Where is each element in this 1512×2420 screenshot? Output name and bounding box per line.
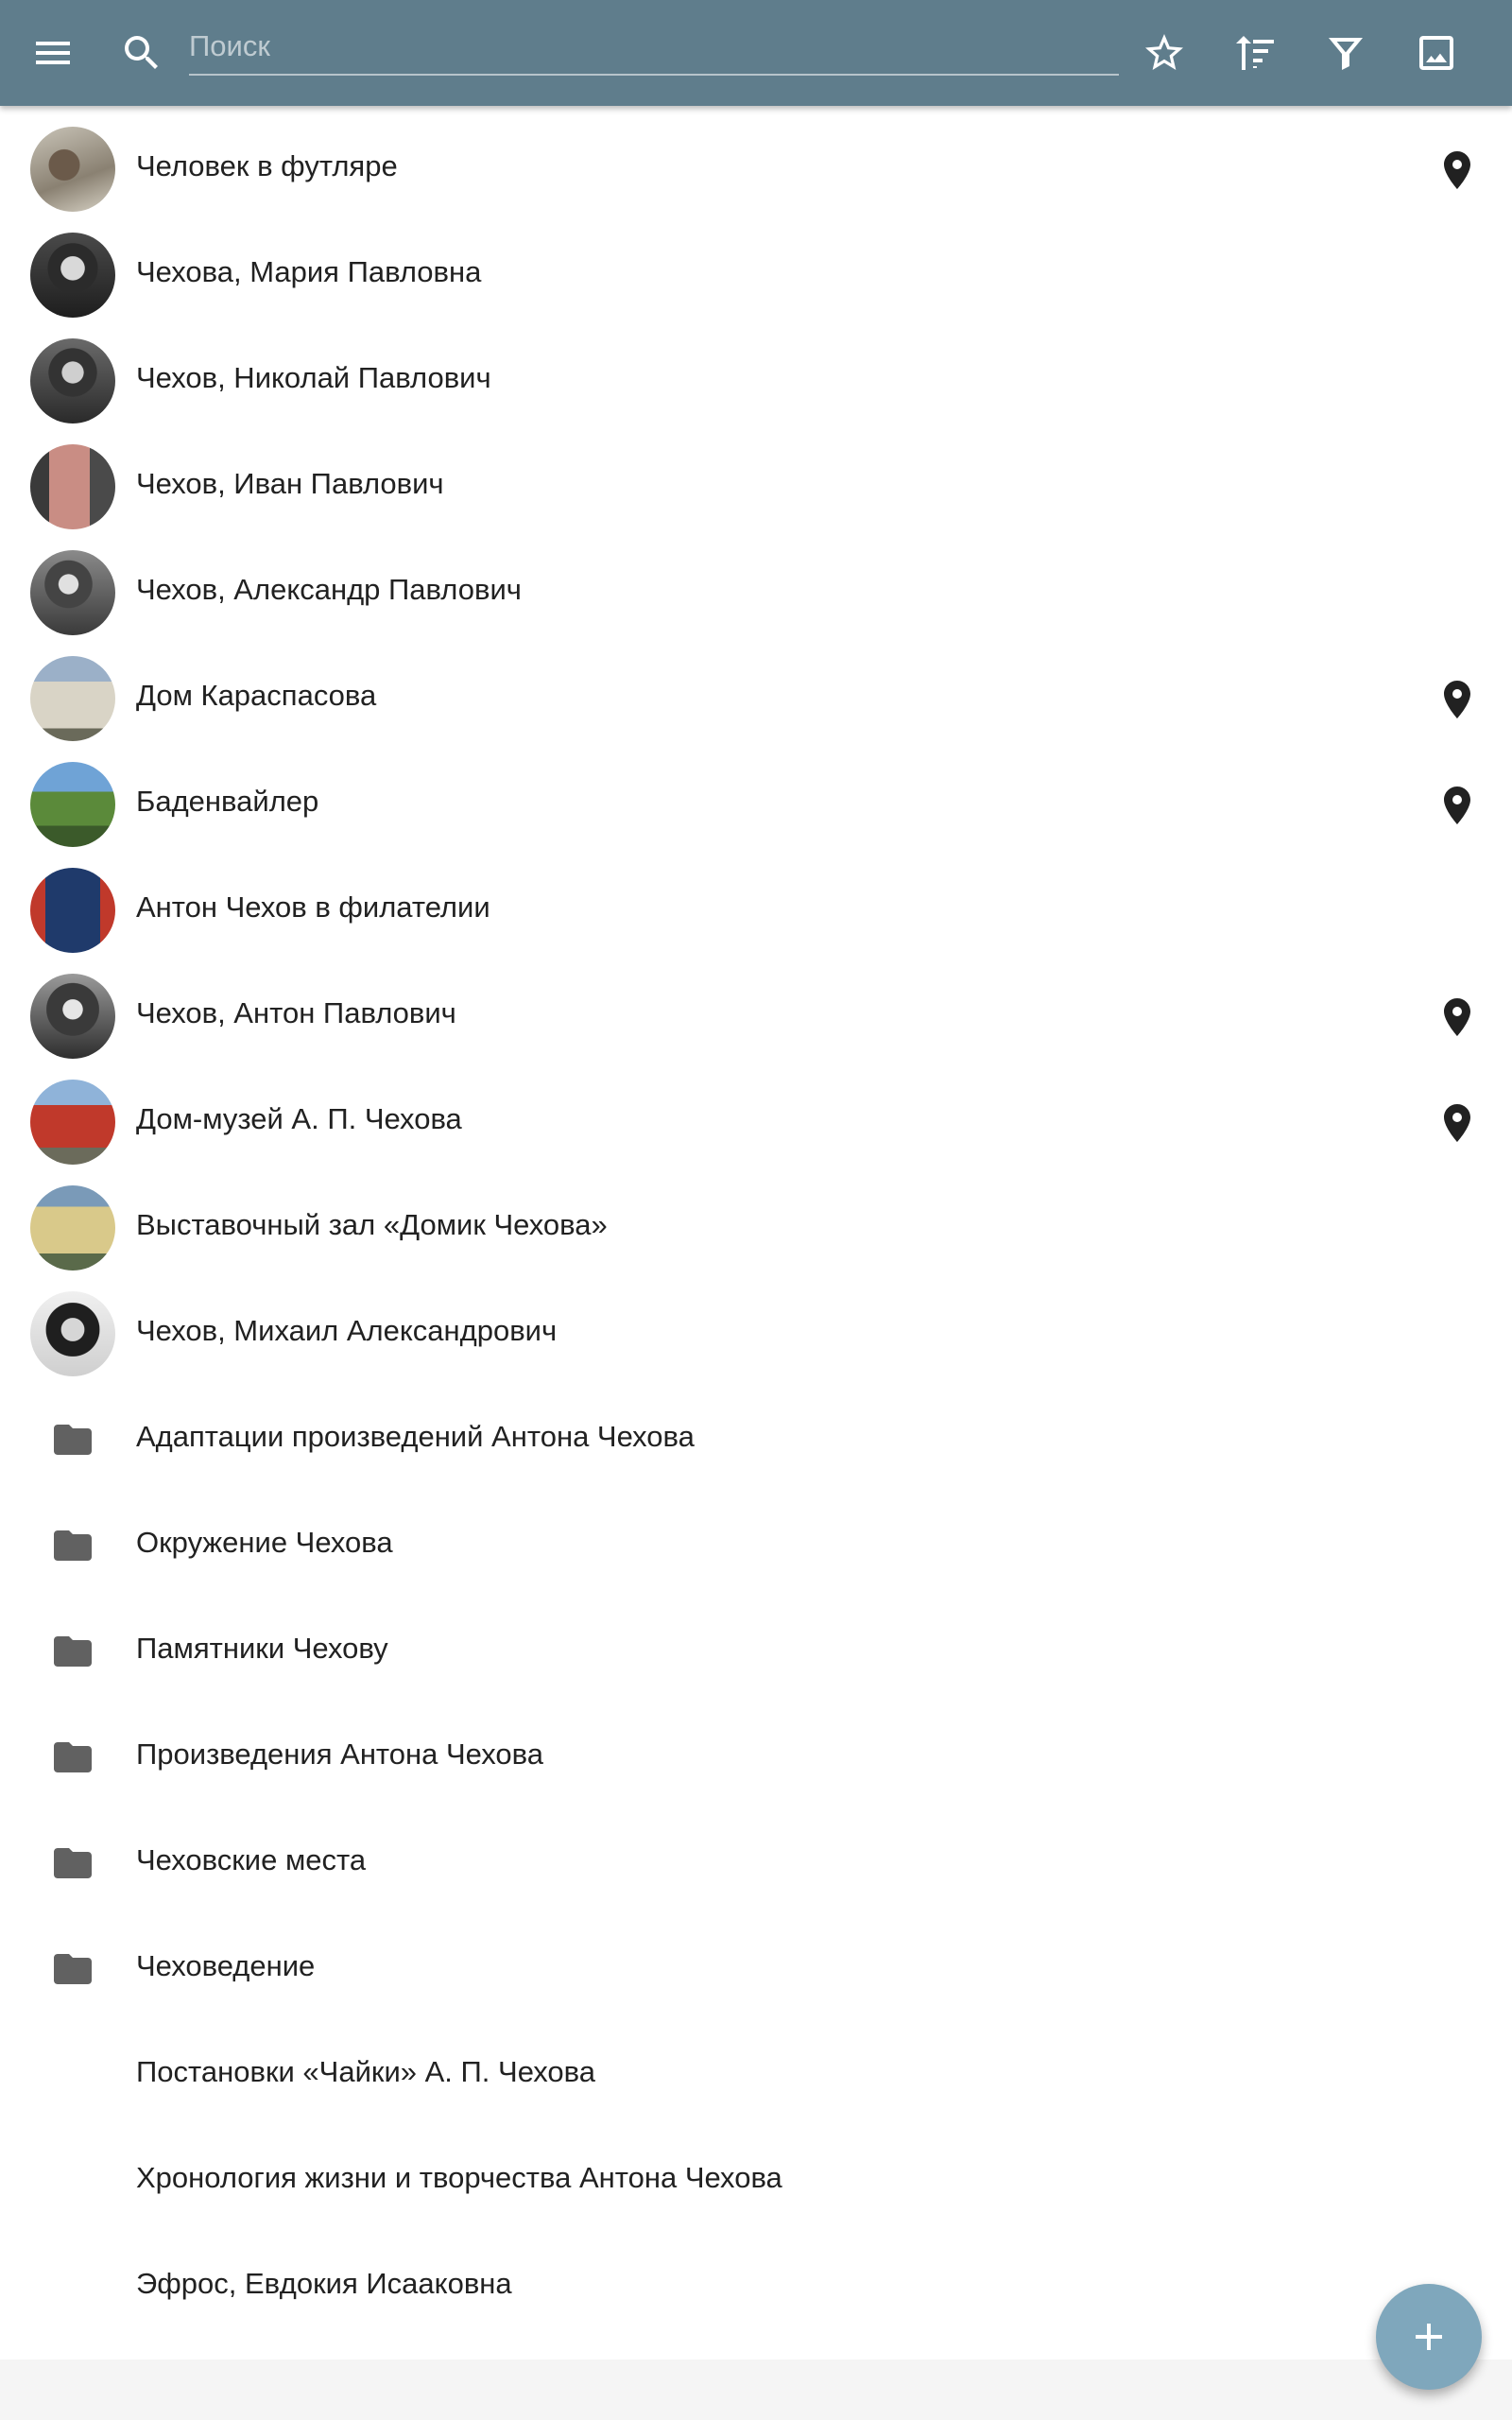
list-item-label: Чехов, Михаил Александрович xyxy=(136,1314,558,1347)
search-input[interactable] xyxy=(189,21,1119,72)
folder-icon xyxy=(30,1821,115,1906)
thumbnail-image xyxy=(30,1080,115,1165)
list-item[interactable]: Эфрос, Евдокия Исааковна xyxy=(0,2223,1512,2329)
map-marker-icon[interactable] xyxy=(1435,1100,1480,1146)
list-item-label: Чехов, Иван Павлович xyxy=(136,467,444,500)
folder-icon xyxy=(30,1715,115,1800)
list-item-label: Чеховедение xyxy=(136,1949,316,1982)
thumbnail-image xyxy=(30,868,115,953)
list-item-label: Человек в футляре xyxy=(136,149,398,182)
list-item[interactable]: Чеховедение xyxy=(0,1906,1512,2012)
list-item[interactable]: Дом-музей А. П. Чехова xyxy=(0,1059,1512,1165)
list-item[interactable]: Чехова, Мария Павловна xyxy=(0,212,1512,318)
map-marker-icon[interactable] xyxy=(1435,677,1480,722)
list-item-label: Дом-музей А. П. Чехова xyxy=(136,1102,462,1135)
menu-icon xyxy=(36,42,70,64)
thumbnail-image xyxy=(30,1291,115,1376)
favorites-button[interactable] xyxy=(1126,15,1202,91)
map-marker-icon[interactable] xyxy=(1435,783,1480,828)
article-list: Человек в футляре Чехова, Мария Павловна Ч… xyxy=(0,106,1512,2360)
list-item-label: Дом Караспасова xyxy=(136,679,377,712)
list-item-label: Чехов, Антон Павлович xyxy=(136,996,456,1029)
list-item[interactable]: Баденвайлер xyxy=(0,741,1512,847)
filter-icon xyxy=(1329,38,1363,70)
folder-icon xyxy=(30,1397,115,1482)
thumbnail-container xyxy=(30,1080,115,1165)
thumbnail-container xyxy=(30,233,115,318)
list-item[interactable]: Чехов, Михаил Александрович xyxy=(0,1270,1512,1376)
folder-icon xyxy=(30,1503,115,1588)
app-window: Человек в футляре Чехова, Мария Павловна Ч… xyxy=(0,0,1512,2420)
star-outline-icon xyxy=(1145,34,1183,70)
list-item[interactable]: Окружение Чехова xyxy=(0,1482,1512,1588)
sort-button[interactable] xyxy=(1217,15,1293,91)
search-icon xyxy=(125,36,158,69)
list-item-label: Эфрос, Евдокия Исааковна xyxy=(136,2267,512,2300)
thumbnail-container xyxy=(30,444,115,529)
list-item-label: Постановки «Чайки» А. П. Чехова xyxy=(136,2055,596,2088)
list-item-label: Хронология жизни и творчества Антона Чех… xyxy=(136,2161,782,2194)
thumbnail-image xyxy=(30,1185,115,1270)
bottom-bar xyxy=(0,2360,1512,2420)
thumbnail-image xyxy=(30,656,115,741)
thumbnail-container xyxy=(30,1291,115,1376)
thumbnail-container xyxy=(30,762,115,847)
list-item[interactable]: Чехов, Николай Павлович xyxy=(0,318,1512,424)
search-field xyxy=(189,21,1119,76)
thumbnail-image xyxy=(30,762,115,847)
list-item-label: Адаптации произведений Антона Чехова xyxy=(136,1420,695,1453)
thumbnail-container xyxy=(30,338,115,424)
list-item[interactable]: Чехов, Иван Павлович xyxy=(0,424,1512,529)
plus-icon xyxy=(1416,2324,1442,2350)
add-button[interactable] xyxy=(1376,2284,1482,2390)
folder-icon xyxy=(30,1609,115,1694)
list-item-label: Антон Чехов в филателии xyxy=(136,890,490,924)
list-item[interactable]: Антон Чехов в филателии xyxy=(0,847,1512,953)
thumbnail-container xyxy=(30,868,115,953)
thumbnail-image xyxy=(30,127,115,212)
gallery-view-button[interactable] xyxy=(1399,15,1474,91)
thumbnail-image xyxy=(30,550,115,635)
list-item-label: Чехов, Николай Павлович xyxy=(136,361,491,394)
sort-icon xyxy=(1236,36,1274,70)
thumbnail-image xyxy=(30,444,115,529)
list-item[interactable]: Памятники Чехову xyxy=(0,1588,1512,1694)
list-item-label: Произведения Антона Чехова xyxy=(136,1737,543,1771)
list-item[interactable]: Адаптации произведений Антона Чехова xyxy=(0,1376,1512,1482)
folder-icon xyxy=(30,1927,115,2012)
image-icon xyxy=(1419,36,1453,70)
thumbnail-image xyxy=(30,233,115,318)
thumbnail-container xyxy=(30,1185,115,1270)
thumbnail-image xyxy=(30,338,115,424)
list-item-label: Чехова, Мария Павловна xyxy=(136,255,482,288)
toolbar xyxy=(0,0,1512,106)
menu-button[interactable] xyxy=(15,15,91,91)
list-item[interactable]: Произведения Антона Чехова xyxy=(0,1694,1512,1800)
list-item[interactable]: Человек в футляре xyxy=(0,106,1512,212)
list-item-label: Памятники Чехову xyxy=(136,1632,388,1665)
thumbnail-container xyxy=(30,127,115,212)
thumbnail-image xyxy=(30,974,115,1059)
list-item[interactable]: Выставочный зал «Домик Чехова» xyxy=(0,1165,1512,1270)
list-item-label: Баденвайлер xyxy=(136,785,319,818)
list-item-label: Окружение Чехова xyxy=(136,1526,393,1559)
list-item-label: Чехов, Александр Павлович xyxy=(136,573,522,606)
search-button[interactable] xyxy=(104,15,180,91)
list-item[interactable]: Чехов, Александр Павлович xyxy=(0,529,1512,635)
list-item-label: Выставочный зал «Домик Чехова» xyxy=(136,1208,608,1241)
thumbnail-container xyxy=(30,550,115,635)
thumbnail-container xyxy=(30,656,115,741)
list-item[interactable]: Чеховские места xyxy=(0,1800,1512,1906)
filter-button[interactable] xyxy=(1308,15,1383,91)
thumbnail-container xyxy=(30,974,115,1059)
list-item[interactable]: Постановки «Чайки» А. П. Чехова xyxy=(0,2012,1512,2118)
map-marker-icon[interactable] xyxy=(1435,147,1480,193)
list-item[interactable]: Чехов, Антон Павлович xyxy=(0,953,1512,1059)
map-marker-icon[interactable] xyxy=(1435,994,1480,1040)
list-item[interactable]: Дом Караспасова xyxy=(0,635,1512,741)
list-item-label: Чеховские места xyxy=(136,1843,367,1876)
list-item[interactable]: Хронология жизни и творчества Антона Чех… xyxy=(0,2118,1512,2223)
